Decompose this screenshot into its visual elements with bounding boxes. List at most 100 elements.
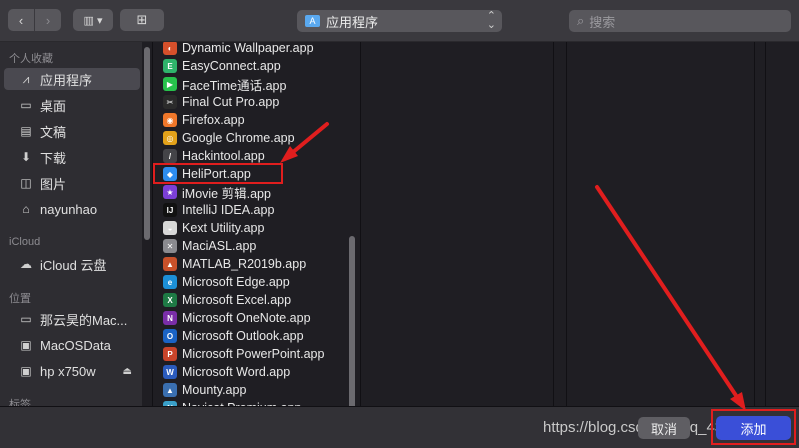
file-list-item[interactable]: ◉ Firefox.app (153, 111, 346, 129)
file-column-scrollbar[interactable] (349, 236, 355, 410)
disk-icon: ▣ (20, 364, 32, 378)
file-list-item[interactable]: ▲ Mounty.app (153, 381, 346, 399)
column-divider (754, 42, 755, 406)
search-field[interactable]: ⌕ 搜索 (569, 10, 791, 32)
sidebar-item-hp-x750w[interactable]: ▣ hp x750w ⏏ (4, 360, 140, 382)
cancel-button[interactable]: 取消 (638, 417, 690, 439)
sidebar-item-downloads[interactable]: ⬇ 下载 (4, 146, 140, 168)
file-name: Final Cut Pro.app (182, 95, 280, 109)
app-icon: ◐ (163, 42, 177, 55)
file-list-item[interactable]: ◎ Google Chrome.app (153, 129, 346, 147)
sidebar-item-icloud-drive[interactable]: ☁ iCloud 云盘 (4, 253, 140, 275)
file-list-item[interactable]: IJ IntelliJ IDEA.app (153, 201, 346, 219)
file-name: Firefox.app (182, 113, 245, 127)
arrow-to-add-button (595, 185, 739, 399)
location-popup[interactable]: A 应用程序 ⌃ ⌄ (297, 10, 502, 32)
app-icon: P (163, 347, 177, 361)
forward-button[interactable]: › (35, 9, 61, 31)
file-name: Kext Utility.app (182, 221, 265, 235)
chevron-left-icon: ‹ (18, 12, 24, 28)
app-icon: ✕ (163, 239, 177, 253)
sidebar-item-label: hp x750w (40, 363, 96, 379)
sidebar-item-applications[interactable]: ⩘ 应用程序 (4, 68, 140, 90)
locations-header: 位置 (9, 293, 31, 305)
sidebar-item-label: 桌面 (40, 98, 67, 114)
file-name: Microsoft Edge.app (182, 275, 290, 289)
app-icon: ★ (163, 185, 177, 199)
file-list-item[interactable]: e Microsoft Edge.app (153, 273, 346, 291)
file-list-item[interactable]: O Microsoft Outlook.app (153, 327, 346, 345)
favorites-header: 个人收藏 (9, 53, 53, 65)
app-icon: ◒ (163, 221, 177, 235)
file-name: MaciASL.app (182, 239, 257, 253)
sidebar-item-macosdata[interactable]: ▣ MacOSData (4, 334, 140, 356)
computer-icon: ▭ (20, 312, 32, 326)
sidebar-item-desktop[interactable]: ▭ 桌面 (4, 94, 140, 116)
file-list-item[interactable]: E EasyConnect.app (153, 57, 346, 75)
tags-header: 标签 (9, 399, 31, 406)
app-icon: ▲ (163, 383, 177, 397)
file-list-item[interactable]: ✂ Final Cut Pro.app (153, 93, 346, 111)
sidebar-item-label: MacOSData (40, 337, 111, 353)
file-name: Mounty.app (182, 383, 247, 397)
sidebar-item-mac[interactable]: ▭ 那云昊的Mac... (4, 308, 140, 330)
toolbar: ‹ › ▥ ▾ ⊞ A 应用程序 ⌃ ⌄ ⌕ 搜索 (0, 0, 799, 42)
view-mode-button[interactable]: ▥ ▾ (73, 9, 113, 31)
sidebar-item-label: 图片 (40, 176, 67, 192)
app-icon: ✂ (163, 95, 177, 109)
file-name: Hackintool.app (182, 149, 265, 163)
sidebar-item-label: 那云昊的Mac... (40, 312, 128, 328)
pictures-icon: ◫ (20, 176, 32, 190)
location-label: 应用程序 (326, 14, 379, 30)
file-name: Microsoft Word.app (182, 365, 291, 379)
search-icon: ⌕ (577, 13, 585, 28)
sidebar-item-label: 应用程序 (40, 72, 93, 88)
file-name: iMovie 剪辑.app (182, 186, 271, 201)
highlight-box-add-button (711, 409, 796, 445)
app-icon: ◎ (163, 131, 177, 145)
app-icon: ▲ (163, 257, 177, 271)
app-icon: IJ (163, 203, 177, 217)
file-name: Microsoft Excel.app (182, 293, 292, 307)
sidebar-item-documents[interactable]: ▤ 文稿 (4, 120, 140, 142)
applications-icon: ⩘ (22, 71, 30, 86)
app-icon: / (163, 149, 177, 163)
app-icon: ◉ (163, 113, 177, 127)
file-name: FaceTime通话.app (182, 78, 287, 93)
file-list-item[interactable]: ◐ Dynamic Wallpaper.app (153, 42, 346, 57)
home-icon: ⌂ (22, 202, 30, 216)
file-list-item[interactable]: ▲ MATLAB_R2019b.app (153, 255, 346, 273)
file-name: Microsoft OneNote.app (182, 311, 311, 325)
chevron-right-icon: › (45, 12, 51, 28)
documents-icon: ▤ (20, 124, 32, 138)
file-column: ◐ Dynamic Wallpaper.app E EasyConnect.app ▶ F… (153, 42, 346, 406)
file-list-item[interactable]: N Microsoft OneNote.app (153, 309, 346, 327)
sidebar-item-home[interactable]: ⌂ nayunhao (4, 198, 140, 220)
file-list-item[interactable]: X Microsoft Excel.app (153, 291, 346, 309)
sidebar: 个人收藏 ⩘ 应用程序 ▭ 桌面 ▤ 文稿 ⬇ 下载 ◫ 图片 ⌂ nayunh… (0, 42, 142, 406)
highlight-box-heliport (153, 163, 283, 184)
file-list-item[interactable]: ★ iMovie 剪辑.app (153, 183, 346, 201)
file-list-item[interactable]: ◒ Kext Utility.app (153, 219, 346, 237)
cloud-icon: ☁ (20, 257, 32, 271)
app-icon: E (163, 59, 177, 73)
file-list-item[interactable]: ▶ FaceTime通话.app (153, 75, 346, 93)
search-placeholder: 搜索 (589, 14, 616, 30)
sidebar-item-pictures[interactable]: ◫ 图片 (4, 172, 140, 194)
eject-icon[interactable]: ⏏ (123, 366, 132, 377)
back-button[interactable]: ‹ (8, 9, 34, 31)
sidebar-item-label: 文稿 (40, 124, 67, 140)
disk-icon: ▣ (20, 338, 32, 352)
file-list-item[interactable]: W Microsoft Word.app (153, 363, 346, 381)
file-list-item[interactable]: P Microsoft PowerPoint.app (153, 345, 346, 363)
file-list-item[interactable]: ✕ MaciASL.app (153, 237, 346, 255)
sidebar-item-label: nayunhao (40, 201, 98, 217)
app-icon: X (163, 293, 177, 307)
sidebar-scrollbar[interactable] (144, 47, 150, 240)
app-icon: e (163, 275, 177, 289)
new-folder-button[interactable]: ⊞ (120, 9, 164, 31)
updown-chevron-icon: ⌃ ⌄ (486, 10, 496, 31)
file-name: Microsoft Outlook.app (182, 329, 304, 343)
file-name: IntelliJ IDEA.app (182, 203, 275, 217)
file-list-item[interactable]: NNavicat Premium.app (153, 399, 346, 406)
